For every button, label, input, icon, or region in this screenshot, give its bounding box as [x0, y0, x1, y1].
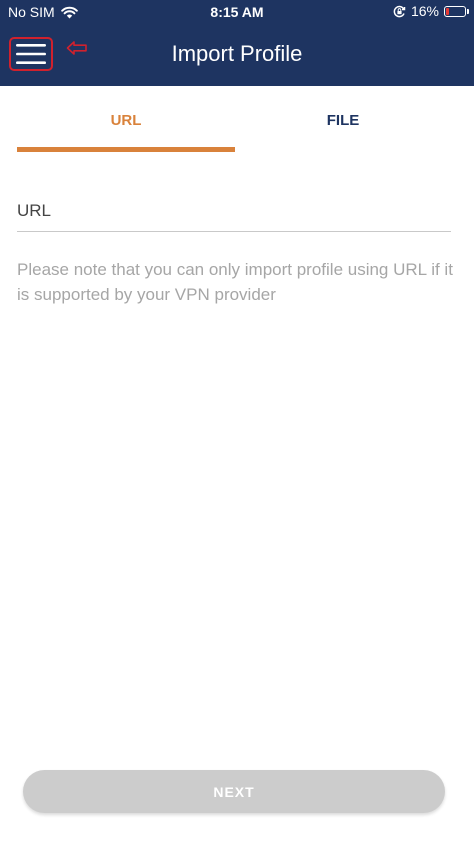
import-tabs: URL FILE — [0, 86, 474, 156]
app-header: No SIM 8:15 AM 16% Import Profile — [0, 0, 474, 86]
status-right: 16% — [393, 3, 469, 19]
orientation-lock-icon — [393, 5, 406, 17]
battery-percent: 16% — [410, 3, 439, 19]
active-tab-indicator — [17, 147, 235, 152]
import-note: Please note that you can only import pro… — [17, 260, 453, 304]
url-input[interactable] — [17, 190, 451, 232]
tab-file[interactable]: FILE — [234, 112, 452, 129]
tab-url[interactable]: URL — [17, 112, 235, 129]
battery-icon — [444, 5, 469, 17]
page-title: Import Profile — [171, 41, 303, 66]
status-bar: No SIM 8:15 AM 16% — [0, 0, 474, 24]
battery-fill — [446, 7, 449, 15]
next-button[interactable]: NEXT — [23, 770, 445, 813]
